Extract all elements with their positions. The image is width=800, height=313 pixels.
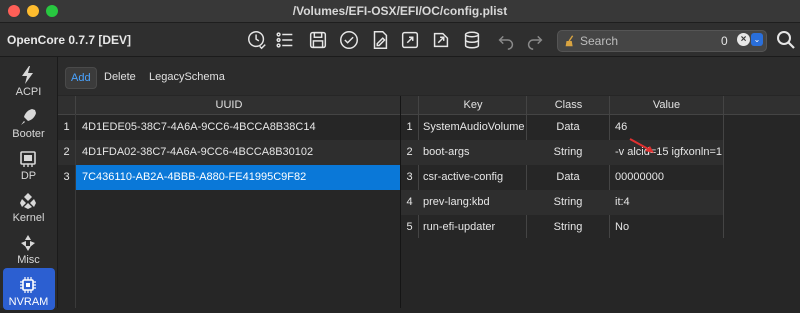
nvram-subtoolbar: Add Delete LegacySchema [58, 57, 800, 95]
tab-legacy-schema[interactable]: LegacySchema [144, 67, 230, 87]
annotation-arrow-icon [629, 138, 654, 153]
rocket-icon [21, 109, 36, 125]
key-cell[interactable]: run-efi-updater [423, 215, 525, 240]
undo-icon[interactable] [493, 27, 519, 53]
search-field-container [557, 30, 767, 52]
sidebar-item-acpi[interactable]: ACPI [0, 61, 57, 103]
row-number-header [58, 96, 76, 114]
sidebar-item-nvram[interactable]: NVRAM [0, 268, 57, 313]
table-row[interactable]: 1 4D1EDE05-38C7-4A6A-9CC6-4BCCA8B38C14 [58, 115, 400, 140]
key-cell[interactable]: csr-active-config [423, 165, 525, 190]
sidebar-item-label: Booter [12, 128, 45, 140]
title-bar: /Volumes/EFI-OSX/EFI/OC/config.plist [0, 0, 800, 23]
clear-search-button[interactable]: × [737, 33, 750, 46]
uuid-table-header: UUID [58, 96, 400, 115]
key-value-table-header: Key Class Value [401, 96, 800, 115]
uuid-column-header[interactable]: UUID [216, 99, 243, 111]
value-cell[interactable]: No [615, 215, 723, 240]
uuid-cell[interactable]: 4D1FDA02-38C7-4A6A-9CC6-4BCCA8B30102 [82, 140, 313, 165]
value-cell[interactable]: it:4 [615, 190, 723, 215]
key-cell[interactable]: prev-lang:kbd [423, 190, 525, 215]
row-number: 5 [406, 221, 413, 233]
value-cell[interactable]: 00000000 [615, 165, 723, 190]
sidebar-item-label: ACPI [15, 86, 42, 98]
column-divider [723, 96, 724, 238]
save-icon[interactable] [305, 27, 331, 53]
window-title: /Volumes/EFI-OSX/EFI/OC/config.plist [292, 4, 508, 18]
main-toolbar: OpenCore 0.7.7 [DEV] 0 × ⌄ [0, 23, 800, 57]
search-icon[interactable] [776, 30, 796, 50]
check-circle-icon[interactable] [336, 27, 362, 53]
share-out-icon[interactable] [428, 27, 454, 53]
app-name: OpenCore 0.7.7 [DEV] [7, 33, 132, 47]
sidebar-item-label: NVRAM [8, 296, 49, 308]
key-value-table: Key Class Value 1 SystemAudioVolume Data… [401, 96, 800, 308]
class-cell[interactable]: String [527, 215, 609, 240]
class-cell[interactable]: String [527, 140, 609, 165]
redo-icon[interactable] [522, 27, 548, 53]
table-row[interactable]: 1 SystemAudioVolume Data 46 [401, 115, 723, 140]
value-column-header[interactable]: Value [610, 96, 723, 114]
table-row[interactable]: 2 4D1FDA02-38C7-4A6A-9CC6-4BCCA8B30102 [58, 140, 400, 165]
class-cell[interactable]: Data [527, 115, 609, 140]
sidebar-item-label: Misc [17, 254, 40, 266]
uuid-cell[interactable]: 7C436110-AB2A-4BBB-A880-FE41995C9F82 [82, 165, 306, 190]
uuid-cell[interactable]: 4D1EDE05-38C7-4A6A-9CC6-4BCCA8B38C14 [82, 115, 316, 140]
lightning-icon [22, 66, 33, 84]
device-card-icon [20, 151, 36, 167]
list-settings-icon[interactable] [272, 27, 298, 53]
table-row-selected[interactable]: 3 7C436110-AB2A-4BBB-A880-FE41995C9F82 [58, 165, 400, 190]
database-icon[interactable] [459, 27, 485, 53]
class-cell[interactable]: String [527, 190, 609, 215]
search-result-count: 0 [721, 34, 728, 48]
table-row[interactable]: 5 run-efi-updater String No [401, 215, 723, 240]
row-number: 3 [63, 171, 70, 183]
row-number: 1 [63, 121, 70, 133]
sidebar-item-label: DP [20, 170, 37, 182]
key-cell[interactable]: boot-args [423, 140, 525, 165]
search-options-dropdown[interactable]: ⌄ [751, 33, 763, 46]
gutter-divider [75, 114, 76, 308]
clock-check-icon[interactable] [244, 27, 270, 53]
tab-add[interactable]: Add [65, 67, 97, 89]
document-edit-icon[interactable] [367, 27, 393, 53]
misc-icon [21, 235, 35, 251]
row-number: 4 [406, 196, 413, 208]
class-cell[interactable]: Data [527, 165, 609, 190]
row-number: 3 [406, 171, 413, 183]
class-column-header[interactable]: Class [527, 96, 610, 114]
tab-delete[interactable]: Delete [99, 67, 141, 87]
section-sidebar: ACPI Booter DP Kernel Misc NVRAM [0, 57, 58, 310]
share-icon[interactable] [397, 27, 423, 53]
broom-icon [565, 35, 574, 47]
table-row[interactable]: 4 prev-lang:kbd String it:4 [401, 190, 723, 215]
row-number: 2 [406, 146, 413, 158]
uuid-table: UUID 1 4D1EDE05-38C7-4A6A-9CC6-4BCCA8B38… [58, 96, 400, 308]
kernel-icon [20, 193, 36, 209]
key-column-header[interactable]: Key [419, 96, 527, 114]
search-input[interactable] [580, 32, 730, 50]
sidebar-item-booter[interactable]: Booter [0, 103, 57, 145]
chip-icon [20, 277, 36, 293]
sidebar-item-kernel[interactable]: Kernel [0, 187, 57, 229]
sidebar-item-dp[interactable]: DP [0, 145, 57, 187]
sidebar-item-label: Kernel [12, 212, 45, 224]
table-row[interactable]: 3 csr-active-config Data 00000000 [401, 165, 723, 190]
row-number: 2 [63, 146, 70, 158]
table-row[interactable]: 2 boot-args String -v alcid=15 igfxonln=… [401, 140, 723, 165]
key-cell[interactable]: SystemAudioVolume [423, 115, 525, 140]
sidebar-item-misc[interactable]: Misc [0, 229, 57, 271]
row-number: 1 [406, 121, 413, 133]
